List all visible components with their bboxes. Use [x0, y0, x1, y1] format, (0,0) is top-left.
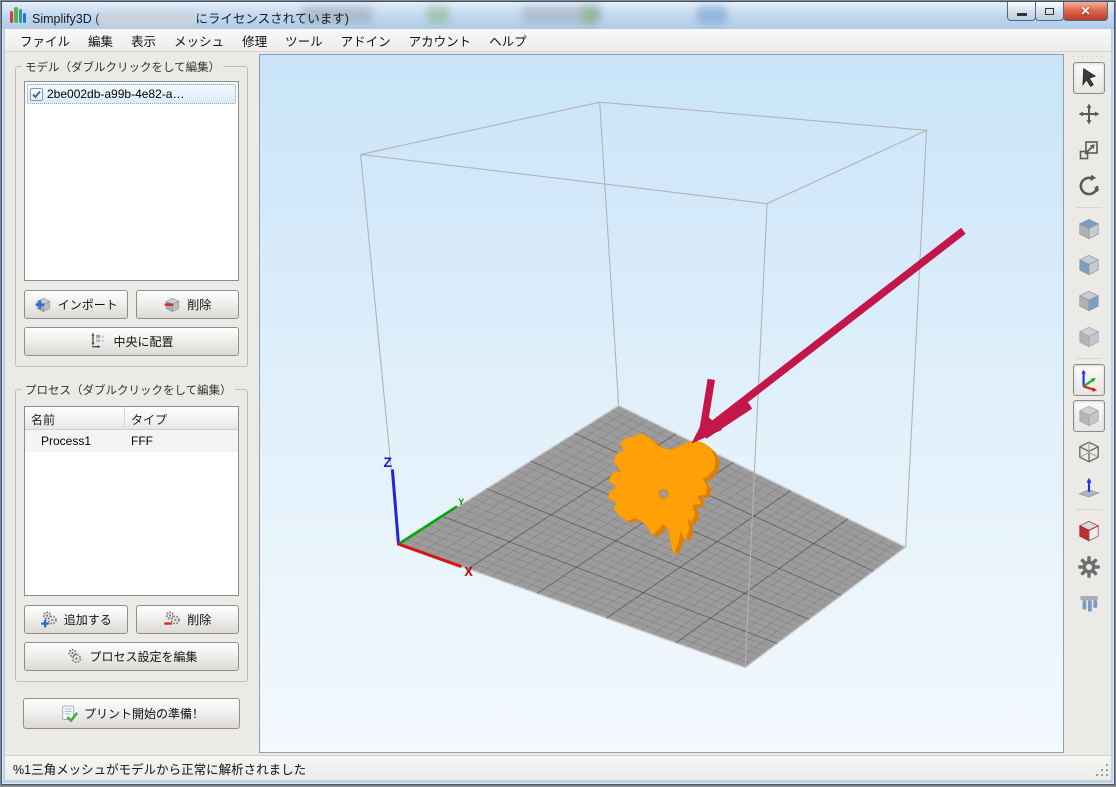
- menu-bar: ファイル 編集 表示 メッシュ 修理 ツール アドイン アカウント ヘルプ: [5, 29, 1111, 52]
- delete-model-button[interactable]: 削除: [136, 290, 240, 319]
- toolbar-drag-handle[interactable]: ·······: [1072, 54, 1105, 60]
- menu-help[interactable]: ヘルプ: [480, 28, 536, 53]
- processes-group: プロセス（ダブルクリックをして編集） 名前 タイプ Process1 FFF: [15, 389, 248, 682]
- menu-addins[interactable]: アドイン: [332, 28, 400, 53]
- xyz-axes-icon: [1076, 367, 1102, 393]
- place-surface-icon: [1076, 475, 1102, 501]
- menu-repair[interactable]: 修理: [233, 28, 276, 53]
- wireframe-render-cube[interactable]: [1073, 436, 1105, 468]
- model-name: 2be002db-a99b-4e82-a…: [47, 87, 184, 101]
- toolbar-separator: [1076, 207, 1102, 208]
- resize-grip[interactable]: [1095, 763, 1108, 776]
- supports-icon: [1076, 590, 1102, 616]
- menu-file[interactable]: ファイル: [11, 28, 79, 53]
- move-arrows-icon: [1077, 102, 1101, 126]
- view-cube-plain[interactable]: [1073, 321, 1105, 353]
- cube-side-blue-icon: [1076, 288, 1102, 314]
- menu-mesh[interactable]: メッシュ: [165, 28, 233, 53]
- cross-section-tool[interactable]: [1073, 515, 1105, 547]
- status-bar: %1三角メッシュがモデルから正常に解析されました: [5, 755, 1111, 781]
- column-type[interactable]: タイプ: [125, 407, 173, 429]
- process-name: Process1: [25, 434, 125, 448]
- models-group: モデル（ダブルクリックをして編集） 2be002db-a99b-4e82-a…: [15, 66, 248, 367]
- redacted-license-name: [99, 13, 195, 25]
- solid-cube-icon: [1076, 403, 1102, 429]
- rotate-icon: [1076, 173, 1102, 199]
- menu-view[interactable]: 表示: [122, 28, 165, 53]
- prepare-to-print-button[interactable]: プリント開始の準備！: [23, 698, 240, 729]
- app-logo-icon: [10, 7, 26, 23]
- view-toolbar: ·······: [1066, 52, 1111, 755]
- gears-plus-icon: [40, 610, 59, 629]
- gears-icon: [65, 647, 84, 666]
- model-visibility-checkbox[interactable]: [30, 88, 43, 101]
- glass-artifact: [582, 6, 598, 24]
- import-button[interactable]: インポート: [24, 290, 128, 319]
- status-message: %1三角メッシュがモデルから正常に解析されました: [13, 759, 306, 778]
- place-surface-tool[interactable]: [1073, 472, 1105, 504]
- scale-icon: [1077, 138, 1101, 162]
- maximize-button[interactable]: [1035, 2, 1064, 21]
- y-axis-label: Y: [458, 497, 464, 507]
- cube-front-blue-icon: [1076, 252, 1102, 278]
- menu-tools[interactable]: ツール: [276, 28, 332, 53]
- center-arrange-icon: [89, 332, 108, 351]
- model-list-item[interactable]: 2be002db-a99b-4e82-a…: [27, 84, 236, 104]
- document-check-icon: [59, 704, 79, 724]
- menu-account[interactable]: アカウント: [400, 28, 481, 53]
- cube-plain-icon: [1076, 324, 1102, 350]
- cube-top-blue-icon: [1076, 216, 1102, 242]
- minimize-button[interactable]: [1007, 2, 1036, 21]
- glass-artifact: [697, 6, 727, 24]
- select-tool[interactable]: [1073, 62, 1105, 94]
- model-list[interactable]: 2be002db-a99b-4e82-a…: [24, 81, 239, 281]
- add-process-button[interactable]: 追加する: [24, 605, 128, 634]
- cross-section-icon: [1076, 518, 1102, 544]
- process-type: FFF: [125, 434, 159, 448]
- delete-process-button[interactable]: 削除: [136, 605, 240, 634]
- wireframe-cube-icon: [1076, 439, 1102, 465]
- gears-minus-icon: [163, 610, 182, 629]
- view-cube-front[interactable]: [1073, 249, 1105, 281]
- viewport-3d[interactable]: Z Y X: [259, 54, 1064, 753]
- settings-gear[interactable]: [1073, 551, 1105, 583]
- axes-toggle[interactable]: [1073, 364, 1105, 396]
- close-button[interactable]: ✕: [1063, 2, 1108, 21]
- title-bar[interactable]: Simplify3D (にライセンスされています) ✕: [2, 2, 1114, 29]
- move-tool[interactable]: [1073, 98, 1105, 130]
- column-name[interactable]: 名前: [25, 407, 125, 429]
- process-table-header: 名前 タイプ: [25, 407, 238, 430]
- process-table[interactable]: 名前 タイプ Process1 FFF: [24, 406, 239, 596]
- app-window: Simplify3D (にライセンスされています) ✕ ファイル 編集 表示 メ…: [1, 1, 1115, 785]
- cursor-icon: [1077, 66, 1101, 90]
- x-axis-label: X: [464, 564, 473, 579]
- gear-icon: [1076, 554, 1102, 580]
- glass-artifact: [427, 6, 449, 24]
- annotation-arrow: [692, 231, 963, 443]
- solid-render-cube[interactable]: [1073, 400, 1105, 432]
- models-group-title: モデル（ダブルクリックをして編集）: [22, 59, 223, 75]
- center-and-arrange-button[interactable]: 中央に配置: [24, 327, 239, 356]
- menu-edit[interactable]: 編集: [79, 28, 122, 53]
- edit-process-settings-button[interactable]: プロセス設定を編集: [24, 642, 239, 671]
- processes-group-title: プロセス（ダブルクリックをして編集）: [22, 382, 235, 398]
- toolbar-separator: [1076, 358, 1102, 359]
- process-row[interactable]: Process1 FFF: [25, 430, 238, 452]
- cube-plus-icon: [34, 295, 53, 314]
- z-axis-label: Z: [384, 454, 393, 470]
- cube-minus-icon: [163, 295, 182, 314]
- view-cube-top[interactable]: [1073, 213, 1105, 245]
- rotate-tool[interactable]: [1073, 170, 1105, 202]
- side-panel: モデル（ダブルクリックをして編集） 2be002db-a99b-4e82-a…: [5, 52, 256, 755]
- view-cube-side[interactable]: [1073, 285, 1105, 317]
- window-title: Simplify3D (にライセンスされています): [32, 8, 349, 27]
- toolbar-separator: [1076, 509, 1102, 510]
- support-structures[interactable]: [1073, 587, 1105, 619]
- scale-tool[interactable]: [1073, 134, 1105, 166]
